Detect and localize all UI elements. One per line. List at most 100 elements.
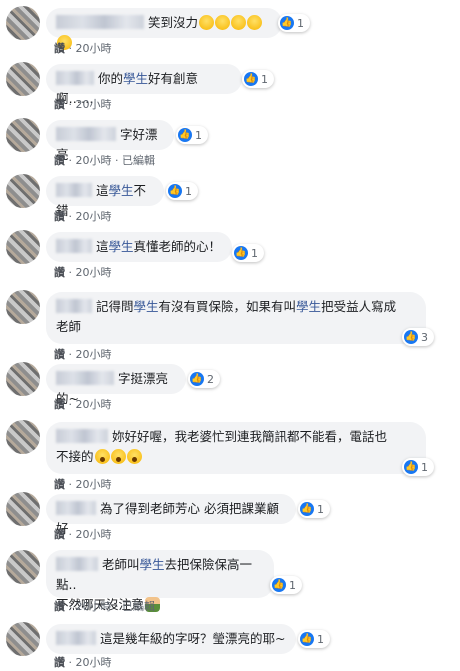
like-icon: 👍 [272,578,286,592]
edited-label[interactable]: 已編輯 [122,600,155,613]
comment-meta: 讚 · 20小時 [54,98,112,111]
comment-bubble: 你的學生好有創意啊…… [46,64,242,106]
reaction-count[interactable]: 👍 3 [402,328,434,346]
avatar[interactable] [6,118,40,152]
blurred-author-name[interactable] [56,183,92,197]
avatar[interactable] [6,492,40,526]
laughing-emoji-icon [215,15,231,30]
comment-bubble: 為了得到老師芳心 必須把課業顧好 [46,494,296,536]
comment-bubble: 字挺漂亮的~ [46,364,186,406]
blurred-author-name[interactable] [56,239,92,253]
blurred-author-name[interactable] [56,299,92,313]
astonished-emoji-icon [110,449,126,464]
like-icon: 👍 [280,16,294,30]
comment-bubble: 這是幾年級的字呀？瑩漂亮的耶~ [46,624,296,654]
timestamp[interactable]: 20小時 [76,210,112,223]
blurred-author-name[interactable] [56,127,116,141]
like-icon: 👍 [300,502,314,516]
reaction-count[interactable]: 👍 1 [298,500,330,518]
timestamp[interactable]: 20小時 [76,154,112,167]
like-button[interactable]: 讚 [54,266,65,279]
blurred-author-name[interactable] [56,371,114,385]
timestamp[interactable]: 20小時 [76,98,112,111]
timestamp[interactable]: 20小時 [76,266,112,279]
reaction-count[interactable]: 👍 1 [176,126,208,144]
like-button[interactable]: 讚 [54,528,65,541]
highlighted-keyword[interactable]: 學生 [109,239,134,254]
like-button[interactable]: 讚 [54,98,65,111]
comment-bubble: 記得問學生有沒有買保險，如果有叫學生把受益人寫成 老師 [46,292,426,344]
blurred-author-name[interactable] [56,71,94,85]
highlighted-keyword[interactable]: 學生 [109,183,134,198]
laughing-emoji-icon [199,15,215,30]
like-button[interactable]: 讚 [54,398,65,411]
reaction-count[interactable]: 👍 1 [166,182,198,200]
comment-text: 笑到沒力 [148,15,199,30]
astonished-emoji-icon [94,449,110,464]
comment-meta: 讚 · 20小時 [54,528,112,541]
avatar[interactable] [6,6,40,40]
reaction-count[interactable]: 👍 1 [402,458,434,476]
timestamp[interactable]: 20小時 [76,656,112,669]
timestamp[interactable]: 20小時 [76,528,112,541]
like-icon: 👍 [190,372,204,386]
comment-bubble: 這學生不錯 [46,176,164,218]
like-button[interactable]: 讚 [54,656,65,669]
comment-meta: 讚 · 20小時 · 已編輯 [54,154,155,167]
avatar[interactable] [6,550,40,584]
like-button[interactable]: 讚 [54,348,65,361]
highlighted-keyword[interactable]: 學生 [123,71,148,86]
avatar[interactable] [6,230,40,264]
laughing-emoji-icon [247,15,263,30]
avatar[interactable] [6,290,40,324]
reaction-count[interactable]: 👍 1 [298,630,330,648]
reaction-count[interactable]: 👍 1 [232,244,264,262]
comment-bubble: 這學生真懂老師的心！ [46,232,232,262]
like-button[interactable]: 讚 [54,42,65,55]
reaction-count[interactable]: 👍 1 [278,14,310,32]
avatar[interactable] [6,174,40,208]
timestamp[interactable]: 20小時 [76,600,112,613]
like-icon: 👍 [300,632,314,646]
comment-bubble: 笑到沒力 [46,8,282,50]
laughing-emoji-icon [231,15,247,30]
like-button[interactable]: 讚 [54,210,65,223]
like-icon: 👍 [404,330,418,344]
timestamp[interactable]: 20小時 [76,348,112,361]
astonished-emoji-icon [126,449,142,464]
comment-meta: 讚 · 20小時 [54,478,112,491]
blurred-author-name[interactable] [56,631,96,645]
like-button[interactable]: 讚 [54,154,65,167]
avatar[interactable] [6,420,40,454]
comment-meta: 讚 · 20小時 [54,42,112,55]
blurred-author-name[interactable] [56,557,98,571]
comment-bubble: 妳好好喔，我老婆忙到連我簡訊都不能看，電話也 不接的 [46,422,426,474]
like-button[interactable]: 讚 [54,600,65,613]
reaction-count[interactable]: 👍 1 [242,70,274,88]
highlighted-keyword[interactable]: 學生 [296,299,321,314]
timestamp[interactable]: 20小時 [76,42,112,55]
reaction-count[interactable]: 👍 1 [270,576,302,594]
comment-meta: 讚 · 20小時 [54,348,112,361]
like-icon: 👍 [244,72,258,86]
reaction-count[interactable]: 👍 2 [188,370,220,388]
edited-label[interactable]: 已編輯 [122,154,155,167]
comment-meta: 讚 · 20小時 [54,210,112,223]
blurred-author-name[interactable] [56,429,108,443]
comment-bubble: 字好漂亮 [46,120,174,162]
timestamp[interactable]: 20小時 [76,478,112,491]
highlighted-keyword[interactable]: 學生 [134,299,159,314]
avatar[interactable] [6,362,40,396]
like-icon: 👍 [234,246,248,260]
highlighted-keyword[interactable]: 學生 [140,557,165,572]
avatar[interactable] [6,62,40,96]
like-icon: 👍 [168,184,182,198]
comment-meta: 讚 · 20小時 [54,266,112,279]
comment-bubble: 老師叫學生去把保險保高一點.. 不然哪天沒注意 [46,550,274,612]
timestamp[interactable]: 20小時 [76,398,112,411]
blurred-author-name[interactable] [56,501,96,515]
like-button[interactable]: 讚 [54,478,65,491]
blurred-author-name[interactable] [56,15,144,29]
comment-meta: 讚 · 20小時 [54,656,112,669]
avatar[interactable] [6,622,40,656]
